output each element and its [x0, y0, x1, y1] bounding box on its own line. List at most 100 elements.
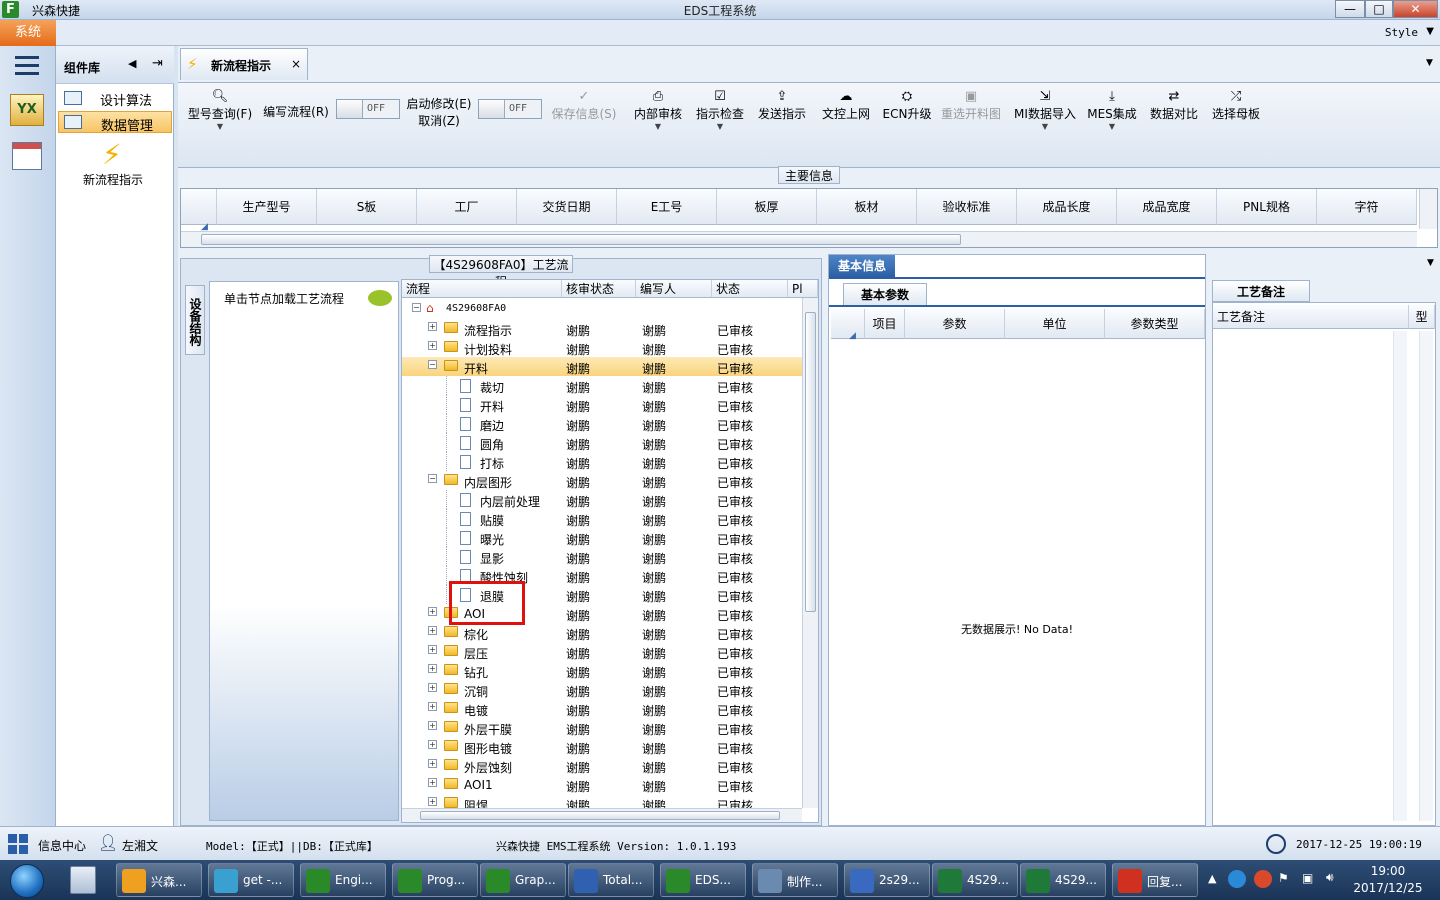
tree-item-row[interactable]: 内层前处理 谢鹏 谢鹏 已审核 [402, 490, 802, 509]
tree-folder-row[interactable]: + 棕化 谢鹏 谢鹏 已审核 [402, 623, 802, 642]
col-header[interactable]: 验收标准 [917, 189, 1017, 225]
col-header[interactable]: 工厂 [417, 189, 517, 225]
info-center-label[interactable]: 信息中心 [38, 837, 86, 854]
mi-data-import-button[interactable]: ⇲ MI数据导入 ▼ [1012, 89, 1078, 131]
scroll-thumb[interactable] [420, 811, 780, 820]
select-motherboard-button[interactable]: ⤮ 选择母板 [1208, 89, 1264, 122]
tab-basic-info[interactable]: 基本信息 [829, 255, 895, 277]
vertical-scrollbar[interactable] [1419, 331, 1433, 821]
save-info-button[interactable]: ✓ 保存信息(S) [548, 89, 620, 122]
col-header[interactable]: 参数 [905, 309, 1005, 339]
scroll-thumb[interactable] [805, 312, 816, 612]
tree-folder-row[interactable]: + 钻孔 谢鹏 谢鹏 已审核 [402, 661, 802, 680]
taskbar-app-button[interactable]: EDS... [660, 863, 746, 897]
taskbar-app-button[interactable]: Prog... [392, 863, 478, 897]
expand-icon[interactable]: + [428, 664, 437, 673]
minimize-button[interactable]: — [1335, 0, 1365, 18]
tab-new-process[interactable]: ⚡ 新流程指示 × [180, 48, 308, 80]
tab-craft-note[interactable]: 工艺备注 [1212, 280, 1310, 302]
collapse-icon[interactable]: − [428, 474, 437, 483]
expand-icon[interactable]: + [428, 797, 437, 806]
panel-dropdown-icon[interactable]: ▼ [1426, 58, 1433, 68]
tree-item-row[interactable]: 磨边 谢鹏 谢鹏 已审核 [402, 414, 802, 433]
data-compare-button[interactable]: ⇄ 数据对比 [1146, 89, 1202, 122]
vertical-scrollbar[interactable] [1419, 189, 1437, 229]
tree-folder-row[interactable]: + 外层蚀刻 谢鹏 谢鹏 已审核 [402, 756, 802, 775]
tray-app-icon[interactable] [1228, 870, 1246, 888]
flag-icon[interactable]: ⚑ [1278, 871, 1289, 885]
col-header[interactable]: 交货日期 [517, 189, 617, 225]
instruction-check-button[interactable]: ☑ 指示检查 ▼ [692, 89, 748, 131]
tree-item-row[interactable]: 显影 谢鹏 谢鹏 已审核 [402, 547, 802, 566]
calculator-icon[interactable] [70, 866, 96, 894]
col-header[interactable]: 成品宽度 [1117, 189, 1217, 225]
col-header[interactable]: PNL规格 [1217, 189, 1317, 225]
horizontal-scrollbar[interactable] [181, 231, 1417, 247]
tree-item-row[interactable]: 圆角 谢鹏 谢鹏 已审核 [402, 433, 802, 452]
tree-folder-row[interactable]: + 流程指示 谢鹏 谢鹏 已审核 [402, 319, 802, 338]
tree-folder-row[interactable]: + 计划投料 谢鹏 谢鹏 已审核 [402, 338, 802, 357]
close-button[interactable]: ✕ [1393, 0, 1438, 18]
expand-icon[interactable]: + [428, 683, 437, 692]
taskbar-app-button[interactable]: 4S29... [932, 863, 1018, 897]
tray-date[interactable]: 2017/12/25 [1352, 881, 1424, 895]
mes-integration-button[interactable]: ⤓ MES集成 ▼ [1084, 89, 1140, 131]
col-header[interactable]: 状态 [712, 280, 788, 298]
expand-icon[interactable]: + [428, 341, 437, 350]
col-header[interactable]: Pl [788, 280, 818, 298]
tray-app-icon[interactable] [1254, 870, 1272, 888]
expand-icon[interactable]: + [428, 607, 437, 616]
start-button[interactable] [2, 862, 52, 898]
pane-dropdown-icon[interactable]: ▼ [1427, 258, 1434, 268]
doc-online-button[interactable]: ☁ 文控上网 [818, 89, 874, 122]
taskbar-app-button[interactable]: Engi... [300, 863, 386, 897]
col-header[interactable]: 生产型号 [217, 189, 317, 225]
tree-folder-row[interactable]: − 内层图形 谢鹏 谢鹏 已审核 [402, 471, 802, 490]
tree-item-row[interactable]: 开料 谢鹏 谢鹏 已审核 [402, 395, 802, 414]
tab-basic-params[interactable]: 基本参数 [843, 283, 927, 305]
col-header[interactable]: S板 [317, 189, 417, 225]
tree-folder-row[interactable]: − 开料 谢鹏 谢鹏 已审核 [402, 357, 802, 376]
tray-expand-icon[interactable]: ▲ [1208, 872, 1216, 885]
tree-folder-row[interactable]: + 层压 谢鹏 谢鹏 已审核 [402, 642, 802, 661]
horizontal-scrollbar[interactable] [402, 808, 802, 822]
vertical-scrollbar[interactable] [1393, 331, 1407, 821]
maximize-button[interactable]: □ [1365, 0, 1393, 18]
tree-folder-row[interactable]: + 图形电镀 谢鹏 谢鹏 已审核 [402, 737, 802, 756]
col-header[interactable]: 板厚 [717, 189, 817, 225]
col-header[interactable]: 字符 [1317, 189, 1417, 225]
windows-grid-icon[interactable] [8, 834, 28, 854]
model-query-button[interactable]: 🔍︎ 型号查询(F) ▼ [184, 89, 256, 131]
tree-folder-row[interactable]: + AOI1 谢鹏 谢鹏 已审核 [402, 775, 802, 794]
col-header[interactable]: 项目 [865, 309, 905, 339]
tray-time[interactable]: 19:00 [1360, 864, 1416, 878]
pin-icon[interactable]: ⇥ [152, 56, 163, 71]
expand-icon[interactable]: + [428, 702, 437, 711]
taskbar-app-button[interactable]: 回复... [1112, 863, 1198, 897]
taskbar-app-button[interactable]: 2s29... [844, 863, 930, 897]
col-header[interactable]: 板材 [817, 189, 917, 225]
expand-icon[interactable]: + [428, 626, 437, 635]
col-header[interactable]: E工号 [617, 189, 717, 225]
vertical-scrollbar[interactable] [802, 298, 818, 808]
col-header[interactable]: 型 [1409, 305, 1435, 329]
ecn-upgrade-button[interactable]: ⛭ ECN升级 [880, 89, 934, 122]
nav-item-design-algo[interactable]: 设计算法 [58, 87, 172, 109]
col-header[interactable]: 工艺备注 [1213, 305, 1409, 329]
send-instruction-button[interactable]: ⇪ 发送指示 [754, 89, 810, 122]
col-header[interactable]: 核审状态 [562, 280, 636, 298]
taskbar-app-button[interactable]: get -... [208, 863, 294, 897]
col-header[interactable]: 单位 [1005, 309, 1105, 339]
tree-item-row[interactable]: 曝光 谢鹏 谢鹏 已审核 [402, 528, 802, 547]
menu-icon[interactable] [15, 56, 39, 76]
collapse-icon[interactable]: − [428, 360, 437, 369]
scroll-thumb[interactable] [201, 234, 961, 245]
expand-icon[interactable]: + [428, 645, 437, 654]
style-menu[interactable]: Style [1385, 26, 1418, 39]
lightning-icon[interactable]: ⚡ [102, 138, 122, 171]
tree-item-row[interactable]: 贴膜 谢鹏 谢鹏 已审核 [402, 509, 802, 528]
taskbar-app-button[interactable]: 制作... [752, 863, 838, 897]
taskbar-app-button[interactable]: 兴森... [116, 863, 202, 897]
expand-icon[interactable]: + [428, 740, 437, 749]
tree-root[interactable]: − ⌂ 4S29608FA0 [402, 300, 802, 319]
